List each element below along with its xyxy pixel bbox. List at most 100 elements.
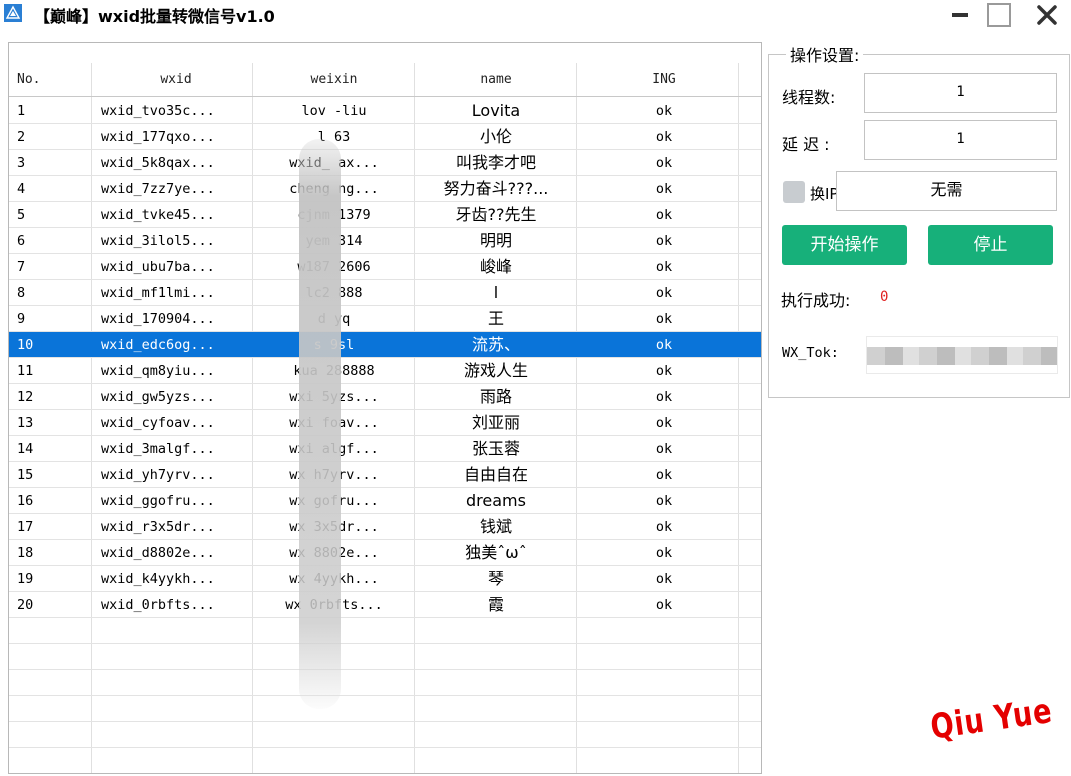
cell-wxid: wxid_3ilol5... bbox=[101, 233, 215, 249]
cell-no: 20 bbox=[17, 597, 34, 613]
cell-ing: ok bbox=[655, 207, 673, 223]
cell-ing: ok bbox=[655, 233, 673, 249]
table-row[interactable]: 2 wxid_177qxo... l 63 小伦 ok bbox=[9, 124, 761, 150]
empty-row bbox=[9, 618, 761, 644]
cell-no: 18 bbox=[17, 545, 34, 561]
change-ip-checkbox[interactable] bbox=[783, 181, 805, 203]
cell-name: 钱斌 bbox=[479, 517, 512, 536]
table-row[interactable]: 19 wxid_k4yykh... wx 4yykh... 琴 ok bbox=[9, 566, 761, 592]
cell-name: Lovita bbox=[471, 101, 521, 120]
table-row[interactable]: 9wxid_170904...d yq王ok bbox=[9, 306, 761, 332]
cell-name: 小伦 bbox=[479, 127, 512, 146]
table-row[interactable]: 14wxid_3malgf...wxi algf...张玉蓉ok bbox=[9, 436, 761, 462]
table-header: No. wxid weixin name ING bbox=[9, 63, 761, 97]
cell-wxid: wxid_3malgf... bbox=[101, 441, 215, 457]
column-header-no[interactable]: No. bbox=[17, 63, 40, 97]
column-header-name[interactable]: name bbox=[417, 63, 575, 97]
table-row[interactable]: 13wxid_cyfoav...wxi foav...刘亚丽ok bbox=[9, 410, 761, 436]
cell-no: 5 bbox=[17, 207, 26, 223]
cell-name: 明明 bbox=[479, 231, 512, 250]
cell-no: 9 bbox=[17, 311, 26, 327]
cell-name: 游戏人生 bbox=[463, 361, 528, 380]
cell-no: 19 bbox=[17, 571, 34, 587]
redaction-blur bbox=[299, 139, 341, 709]
cell-wxid: wxid_k4yykh... bbox=[101, 571, 215, 587]
settings-group-title: 操作设置: bbox=[786, 42, 864, 66]
column-header-ing[interactable]: ING bbox=[579, 63, 749, 97]
minimize-button[interactable] bbox=[943, 2, 977, 28]
change-ip-input[interactable]: 无需 bbox=[836, 171, 1057, 211]
cell-name: 王 bbox=[487, 309, 504, 328]
cell-wxid: wxid_0rbfts... bbox=[101, 597, 215, 613]
column-header-wxid[interactable]: wxid bbox=[101, 63, 251, 97]
cell-no: 6 bbox=[17, 233, 26, 249]
delay-input[interactable]: 1 bbox=[864, 120, 1057, 160]
cell-no: 1 bbox=[17, 103, 26, 119]
cell-no: 7 bbox=[17, 259, 26, 275]
results-table[interactable]: No. wxid weixin name ING 1 wxid_tvo35c...… bbox=[8, 42, 762, 774]
table-row[interactable]: 1 wxid_tvo35c... lov -liu Lovita ok bbox=[9, 98, 761, 124]
minimize-icon bbox=[952, 13, 968, 17]
stop-button[interactable]: 停止 bbox=[928, 225, 1053, 265]
table-row[interactable]: 20 wxid_0rbfts... wx 0rbfts... 霞 ok bbox=[9, 592, 761, 618]
cell-wxid: wxid_ubu7ba... bbox=[101, 259, 215, 275]
cell-name: 峻峰 bbox=[479, 257, 512, 276]
cell-no: 15 bbox=[17, 467, 34, 483]
cell-ing: ok bbox=[655, 103, 673, 119]
token-input[interactable] bbox=[866, 336, 1058, 374]
watermark: Qiu Yue bbox=[928, 690, 1055, 748]
cell-wxid: wxid_ggofru... bbox=[101, 493, 215, 509]
cell-name: 自由自在 bbox=[463, 465, 528, 484]
empty-row bbox=[9, 644, 761, 670]
cell-name: 独美ˆωˆ bbox=[465, 543, 527, 562]
table-row[interactable]: 5wxid_tvke45...cjnm 1379牙齿??先生ok bbox=[9, 202, 761, 228]
success-count: 0 bbox=[880, 289, 889, 305]
delay-label: 延 迟 : bbox=[782, 135, 830, 154]
cell-name: 流苏、 bbox=[471, 335, 520, 354]
cell-ing: ok bbox=[655, 285, 673, 301]
close-button[interactable] bbox=[1030, 2, 1064, 28]
cell-ing: ok bbox=[655, 181, 673, 197]
cell-ing: ok bbox=[655, 545, 673, 561]
table-row[interactable]: 4wxid_7zz7ye...cheng ng...努力奋斗???...ok bbox=[9, 176, 761, 202]
cell-wxid: wxid_170904... bbox=[101, 311, 215, 327]
table-row[interactable]: 10wxid_edc6og...s 9sl流苏、ok bbox=[9, 332, 761, 358]
app-icon bbox=[4, 4, 22, 22]
column-header-weixin[interactable]: weixin bbox=[255, 63, 413, 97]
threads-input[interactable]: 1 bbox=[864, 73, 1057, 113]
table-row[interactable]: 15 wxid_yh7yrv... wx h7yrv... 自由自在 ok bbox=[9, 462, 761, 488]
cell-name: 牙齿??先生 bbox=[455, 205, 537, 224]
table-row[interactable]: 11wxid_qm8yiu...kua 288888游戏人生ok bbox=[9, 358, 761, 384]
empty-row bbox=[9, 696, 761, 722]
table-row[interactable]: 18 wxid_d8802e... wx 8802e... 独美ˆωˆ ok bbox=[9, 540, 761, 566]
cell-name: l bbox=[493, 283, 499, 302]
cell-wxid: wxid_yh7yrv... bbox=[101, 467, 215, 483]
cell-ing: ok bbox=[655, 597, 673, 613]
table-row[interactable]: 8wxid_mf1lmi...lc2 888lok bbox=[9, 280, 761, 306]
start-button[interactable]: 开始操作 bbox=[782, 225, 907, 265]
cell-name: 琴 bbox=[487, 569, 504, 588]
cell-ing: ok bbox=[655, 519, 673, 535]
cell-no: 8 bbox=[17, 285, 26, 301]
cell-ing: ok bbox=[655, 155, 673, 171]
cell-name: dreams bbox=[466, 491, 526, 510]
cell-ing: ok bbox=[655, 311, 673, 327]
table-row[interactable]: 16 wxid_ggofru... wx gofru... dreams ok bbox=[9, 488, 761, 514]
table-row[interactable]: 12wxid_gw5yzs...wxi 5yzs...雨路ok bbox=[9, 384, 761, 410]
cell-no: 14 bbox=[17, 441, 34, 457]
title-bar: 【巅峰】wxid批量转微信号v1.0 bbox=[0, 0, 1071, 30]
cell-wxid: wxid_177qxo... bbox=[101, 129, 215, 145]
cell-no: 12 bbox=[17, 389, 34, 405]
table-row[interactable]: 7wxid_ubu7ba...w187 2606峻峰ok bbox=[9, 254, 761, 280]
cell-ing: ok bbox=[655, 415, 673, 431]
cell-ing: ok bbox=[655, 571, 673, 587]
cell-ing: ok bbox=[655, 441, 673, 457]
threads-label: 线程数: bbox=[782, 88, 836, 107]
cell-wxid: wxid_7zz7ye... bbox=[101, 181, 215, 197]
token-label: WX_Tok: bbox=[782, 345, 839, 361]
table-row[interactable]: 17 wxid_r3x5dr... wx 3x5dr... 钱斌 ok bbox=[9, 514, 761, 540]
table-row[interactable]: 3wxid_5k8qax...wxid_ ax...叫我李才吧ok bbox=[9, 150, 761, 176]
cell-no: 4 bbox=[17, 181, 26, 197]
maximize-button[interactable] bbox=[982, 2, 1016, 28]
table-row[interactable]: 6wxid_3ilol5...yem 314明明ok bbox=[9, 228, 761, 254]
